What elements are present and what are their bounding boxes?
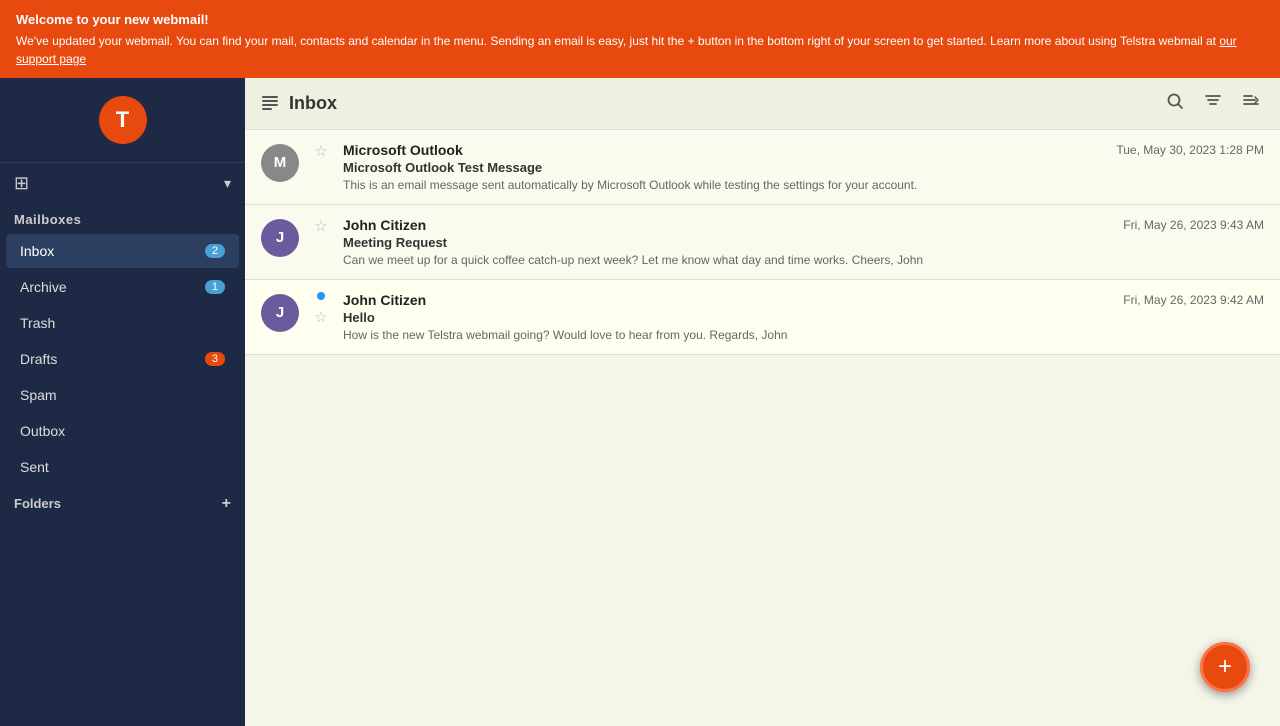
search-button[interactable]: [1162, 88, 1188, 119]
star-button[interactable]: ☆: [314, 142, 327, 160]
sidebar-item-outbox[interactable]: Outbox: [6, 414, 239, 448]
email-body: Microsoft Outlook Tue, May 30, 2023 1:28…: [343, 142, 1264, 192]
sidebar-item-label-spam: Spam: [20, 387, 57, 403]
archive-badge: 1: [205, 280, 225, 294]
sidebar-item-label-sent: Sent: [20, 459, 49, 475]
banner-title: Welcome to your new webmail!: [16, 10, 1264, 30]
compose-fab-button[interactable]: +: [1200, 642, 1250, 692]
email-star-actions: ☆: [311, 292, 331, 326]
folders-label: Folders: [14, 496, 61, 511]
sidebar-top-bar: ⊞ ▾: [0, 163, 245, 204]
avatar: M: [261, 144, 299, 182]
email-subject: Microsoft Outlook Test Message: [343, 160, 1264, 175]
email-star-actions: ☆: [311, 142, 331, 160]
email-top-row: John Citizen Fri, May 26, 2023 9:42 AM: [343, 292, 1264, 308]
banner-body: We've updated your webmail. You can find…: [16, 32, 1264, 68]
sidebar-item-inbox[interactable]: Inbox 2: [6, 234, 239, 268]
email-subject: Hello: [343, 310, 1264, 325]
sidebar-dropdown-icon[interactable]: ▾: [224, 175, 231, 192]
inbox-badge: 2: [205, 244, 225, 258]
email-item[interactable]: J ☆ John Citizen Fri, May 26, 2023 9:42 …: [245, 280, 1280, 355]
email-body: John Citizen Fri, May 26, 2023 9:42 AM H…: [343, 292, 1264, 342]
email-item[interactable]: J ☆ John Citizen Fri, May 26, 2023 9:43 …: [245, 205, 1280, 280]
sidebar-item-archive[interactable]: Archive 1: [6, 270, 239, 304]
email-body: John Citizen Fri, May 26, 2023 9:43 AM M…: [343, 217, 1264, 267]
sidebar-item-spam[interactable]: Spam: [6, 378, 239, 412]
email-date: Fri, May 26, 2023 9:42 AM: [1123, 293, 1264, 307]
email-top-row: John Citizen Fri, May 26, 2023 9:43 AM: [343, 217, 1264, 233]
content-header-left: Inbox: [261, 93, 337, 114]
filter-button[interactable]: [1200, 88, 1226, 119]
sidebar-item-label-inbox: Inbox: [20, 243, 54, 259]
email-sender: John Citizen: [343, 217, 426, 233]
sidebar-item-label-outbox: Outbox: [20, 423, 65, 439]
sidebar-item-drafts[interactable]: Drafts 3: [6, 342, 239, 376]
email-item[interactable]: M ☆ Microsoft Outlook Tue, May 30, 2023 …: [245, 130, 1280, 205]
sidebar-item-label-archive: Archive: [20, 279, 67, 295]
sidebar-item-label-trash: Trash: [20, 315, 55, 331]
content-header-actions: [1162, 88, 1264, 119]
email-preview: Can we meet up for a quick coffee catch-…: [343, 253, 1143, 267]
add-folder-icon[interactable]: +: [222, 495, 231, 513]
compose-fab-icon: +: [1218, 653, 1232, 681]
content-header: Inbox: [245, 78, 1280, 130]
email-date: Tue, May 30, 2023 1:28 PM: [1116, 143, 1264, 157]
email-sender: John Citizen: [343, 292, 426, 308]
drafts-badge: 3: [205, 352, 225, 366]
telstra-logo: T: [99, 96, 147, 144]
mailboxes-label: Mailboxes: [0, 204, 245, 233]
email-list: M ☆ Microsoft Outlook Tue, May 30, 2023 …: [245, 130, 1280, 726]
sidebar-logo: T: [0, 78, 245, 163]
inbox-title: Inbox: [289, 93, 337, 114]
email-preview: This is an email message sent automatica…: [343, 178, 1143, 192]
star-button[interactable]: ☆: [314, 308, 327, 326]
folders-header[interactable]: Folders +: [0, 485, 245, 519]
inbox-list-icon: [261, 94, 279, 112]
unread-dot: [317, 292, 325, 300]
main-layout: T ⊞ ▾ Mailboxes Inbox 2 Archive 1 Trash …: [0, 78, 1280, 726]
email-subject: Meeting Request: [343, 235, 1264, 250]
welcome-banner: Welcome to your new webmail! We've updat…: [0, 0, 1280, 78]
star-button[interactable]: ☆: [314, 217, 327, 235]
email-date: Fri, May 26, 2023 9:43 AM: [1123, 218, 1264, 232]
apps-grid-icon[interactable]: ⊞: [14, 173, 29, 194]
sort-button[interactable]: [1238, 88, 1264, 119]
sidebar-item-trash[interactable]: Trash: [6, 306, 239, 340]
sidebar: T ⊞ ▾ Mailboxes Inbox 2 Archive 1 Trash …: [0, 78, 245, 726]
email-star-actions: ☆: [311, 217, 331, 235]
sidebar-item-label-drafts: Drafts: [20, 351, 57, 367]
email-top-row: Microsoft Outlook Tue, May 30, 2023 1:28…: [343, 142, 1264, 158]
sidebar-item-sent[interactable]: Sent: [6, 450, 239, 484]
email-sender: Microsoft Outlook: [343, 142, 463, 158]
email-preview: How is the new Telstra webmail going? Wo…: [343, 328, 1143, 342]
content-area: Inbox: [245, 78, 1280, 726]
avatar: J: [261, 294, 299, 332]
avatar: J: [261, 219, 299, 257]
